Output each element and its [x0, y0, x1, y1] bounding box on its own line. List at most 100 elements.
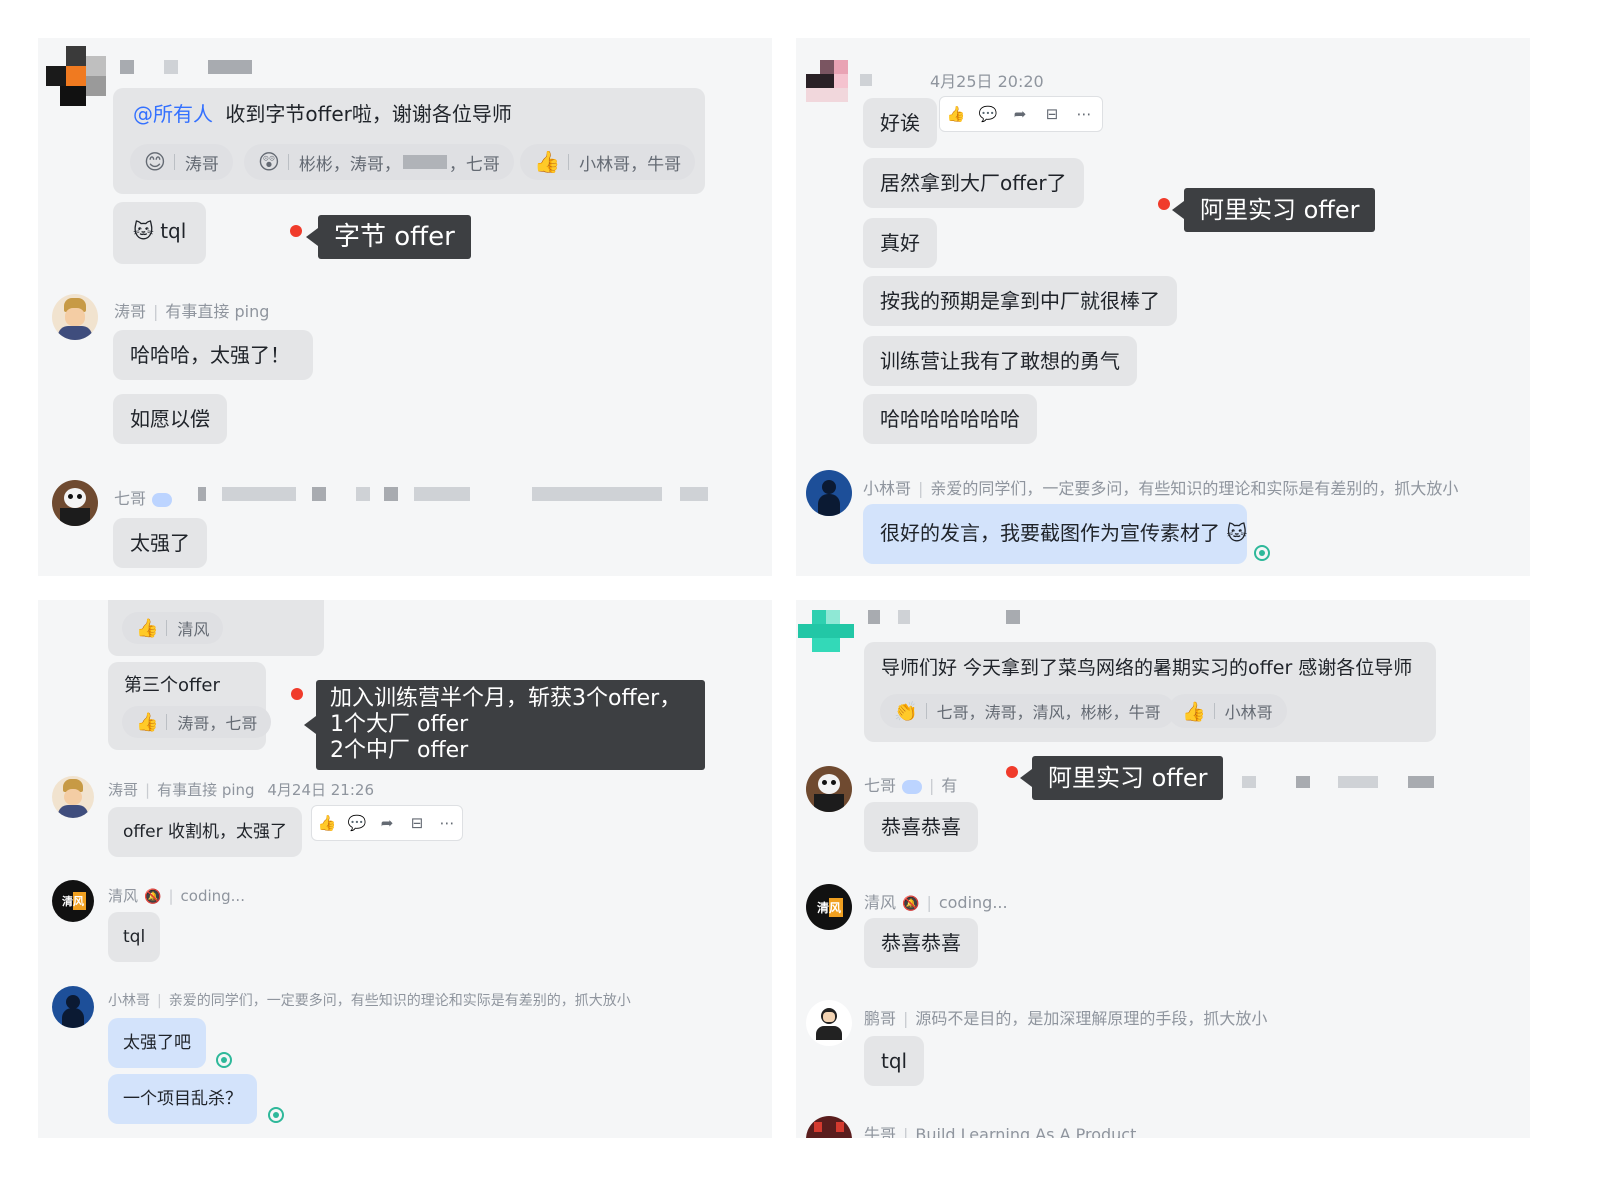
sender-meta: 涛哥 | 有事直接 ping 4月24日 21:26: [108, 781, 374, 799]
message-text: 很好的发言，我要截图作为宣传素材了: [880, 521, 1220, 545]
chat-bubble-badge-icon: [902, 779, 923, 794]
forward-icon[interactable]: ➦: [1004, 105, 1036, 123]
message-bubble[interactable]: 很好的发言，我要截图作为宣传素材了 🐱: [863, 504, 1247, 564]
chat-panel-three-offers: 👍 清风 第三个offer 👍 涛哥，七哥 加入训练营半个月，斩获3个offer…: [38, 600, 772, 1138]
reaction-chip[interactable]: 👍 清风: [122, 612, 224, 644]
reaction-users: 涛哥: [184, 154, 219, 175]
message-bubble[interactable]: offer 收割机，太强了: [108, 807, 302, 857]
mute-bell-icon: 🔕: [902, 896, 920, 912]
sender-meta: 鹏哥 | 源码不是目的，是加深理解原理的手段，抓大放小: [864, 1009, 1268, 1028]
reaction-chip[interactable]: 👍 小林哥，牛哥: [520, 144, 696, 180]
sender-name[interactable]: 清风: [864, 893, 896, 912]
more-icon[interactable]: ⋯: [432, 814, 462, 832]
annotation-dot: [291, 688, 303, 700]
avatar-taoge[interactable]: [52, 294, 98, 340]
pin-icon[interactable]: ⊟: [1036, 105, 1068, 123]
annotation-callout: 字节 offer: [306, 215, 471, 259]
avatar-niuge[interactable]: [806, 1116, 852, 1138]
chat-panel-bytedance: @所有人 收到字节offer啦，谢谢各位导师 😊 涛哥 😲 彬彬，涛哥， ，七哥…: [38, 38, 772, 576]
message-bubble[interactable]: tql: [864, 1036, 925, 1086]
message-bubble[interactable]: 哈哈哈，太强了！: [113, 330, 313, 380]
avatar-xiaolinge[interactable]: [806, 470, 852, 516]
read-status-icon: [1254, 545, 1270, 561]
message-bubble[interactable]: 🐱 tql: [113, 202, 207, 264]
thumbs-up-emoji-icon: 👍: [1182, 700, 1206, 723]
message-bubble[interactable]: 真好: [863, 218, 937, 268]
message-bubble[interactable]: 居然拿到大厂offer了: [863, 158, 1084, 208]
sender-avatar-pixelated[interactable]: [806, 60, 848, 104]
message-bubble[interactable]: 恭喜恭喜: [864, 918, 978, 968]
sender-name[interactable]: 七哥: [114, 489, 146, 508]
thumbs-up-icon[interactable]: 👍: [312, 814, 342, 832]
more-icon[interactable]: ⋯: [1068, 105, 1100, 123]
reaction-users-rest: ，七哥: [448, 154, 500, 175]
sender-meta: 七哥 | 有: [864, 776, 958, 795]
message-text: tql: [160, 219, 187, 243]
callout-line: 加入训练营半个月，斩获3个offer，: [330, 686, 682, 711]
sender-name[interactable]: 小林哥: [108, 993, 150, 1009]
message-bubble[interactable]: 哈哈哈哈哈哈哈: [863, 394, 1037, 444]
message-timestamp: 4月24日 21:26: [267, 781, 374, 799]
sender-meta: 七哥: [114, 485, 173, 509]
annotation-dot: [290, 225, 302, 237]
annotation-dot: [1006, 766, 1018, 778]
message-action-toolbar: 👍 💬 ➦ ⊟ ⋯: [311, 805, 463, 841]
message-bubble[interactable]: 按我的预期是拿到中厂就很棒了: [863, 276, 1177, 326]
avatar-pengge[interactable]: [806, 1000, 852, 1046]
avatar-qige[interactable]: [52, 480, 98, 526]
avatar-xiaolinge[interactable]: [52, 986, 94, 1028]
reaction-chip[interactable]: 👍 涛哥，七哥: [122, 706, 272, 738]
sender-avatar-pixelated[interactable]: [46, 46, 106, 106]
message-bubble[interactable]: 如愿以偿: [113, 394, 227, 444]
surprised-emoji-icon: 😲: [258, 150, 280, 174]
message-bubble[interactable]: 太强了: [113, 518, 207, 568]
message-bubble[interactable]: 恭喜恭喜: [864, 802, 978, 852]
smile-emoji-icon: 😊: [144, 150, 166, 174]
message-text: 导师们好 今天拿到了菜鸟网络的暑期实习的offer 感谢各位导师: [881, 657, 1413, 679]
sender-signature: 有事直接 ping: [157, 781, 255, 799]
avatar-text: 清风: [60, 892, 86, 910]
reaction-chip[interactable]: 😲 彬彬，涛哥， ，七哥: [244, 144, 514, 180]
callout-line: 2个中厂 offer: [330, 738, 469, 763]
reply-icon[interactable]: 💬: [342, 814, 372, 832]
reaction-users: 彬彬，涛哥，: [298, 154, 401, 175]
reaction-chip[interactable]: 👏 七哥，涛哥，清风，彬彬，牛哥: [880, 694, 1175, 728]
reaction-users: 七哥，涛哥，清风，彬彬，牛哥: [936, 703, 1161, 722]
sender-name[interactable]: 鹏哥: [864, 1009, 896, 1028]
reaction-chip[interactable]: 😊 涛哥: [130, 144, 233, 180]
message-bubble[interactable]: tql: [108, 912, 161, 962]
reaction-chip[interactable]: 👍 小林哥: [1168, 694, 1287, 728]
sender-signature: 有: [941, 776, 958, 795]
sender-name[interactable]: 清风: [108, 887, 138, 905]
sender-name[interactable]: 牛哥: [864, 1125, 896, 1138]
mute-bell-icon: 🔕: [144, 889, 162, 905]
message-bubble[interactable]: 训练营让我有了敢想的勇气: [863, 336, 1137, 386]
sender-name[interactable]: 小林哥: [863, 479, 911, 498]
sender-name[interactable]: 涛哥: [114, 302, 146, 321]
reply-icon[interactable]: 💬: [972, 105, 1004, 123]
message-bubble[interactable]: 一个项目乱杀？: [108, 1074, 257, 1124]
avatar-text: 清风: [814, 897, 843, 917]
chat-panel-ali-1: 4月25日 20:20 好诶 👍 💬 ➦ ⊟ ⋯ 居然拿到大厂offer了 真好…: [796, 38, 1530, 576]
sender-avatar-pixelated[interactable]: [798, 610, 854, 652]
avatar-qingfeng[interactable]: 清风: [806, 884, 852, 930]
forward-icon[interactable]: ➦: [372, 814, 402, 832]
thumbs-up-icon[interactable]: 👍: [940, 105, 972, 123]
cat-emoji-icon: 🐱: [133, 219, 154, 243]
sender-meta: 清风 🔕 | coding...: [108, 887, 245, 905]
sender-name[interactable]: 七哥: [864, 776, 896, 795]
reaction-users: 清风: [177, 620, 210, 639]
pin-icon[interactable]: ⊟: [402, 814, 432, 832]
read-status-icon: [268, 1107, 284, 1123]
avatar-qige[interactable]: [806, 766, 852, 812]
sender-signature: 亲爱的同学们，一定要多问，有些知识的理论和实际是有差别的，抓大放小: [168, 993, 631, 1009]
read-status-icon: [216, 1052, 232, 1068]
message-bubble[interactable]: 太强了吧: [108, 1018, 206, 1068]
message-bubble[interactable]: 好诶: [863, 98, 937, 148]
sender-name[interactable]: 涛哥: [108, 781, 138, 799]
avatar-qingfeng[interactable]: 清风: [52, 880, 94, 922]
annotation-callout: 加入训练营半个月，斩获3个offer， 1个大厂 offer 2个中厂 offe…: [304, 680, 705, 770]
thumbs-up-emoji-icon: 👍: [136, 711, 159, 733]
mention-all[interactable]: @所有人: [133, 102, 213, 126]
avatar-taoge[interactable]: [52, 776, 94, 818]
